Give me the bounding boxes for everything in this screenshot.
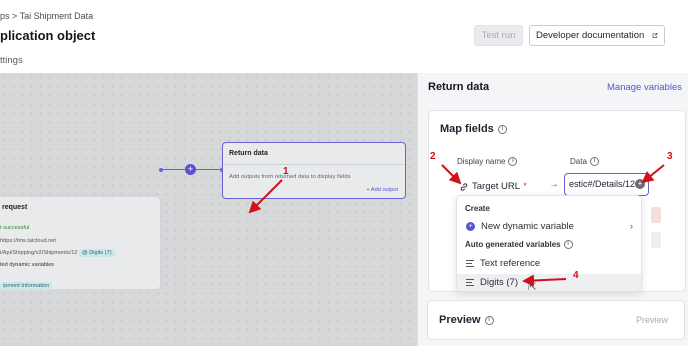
digits-label: Digits (7) [480,277,519,288]
panel-title: Return data [428,81,490,93]
display-name-header: Display name i [457,157,518,166]
generated-variables-label: ted dynamic variables [0,262,55,268]
annotation-2: 2 [430,151,436,162]
text-lines-icon [466,279,474,286]
create-header: Create [465,204,490,213]
manage-variables-link[interactable]: Manage variables [607,82,682,93]
divider [223,164,405,165]
request-url-host: https://tms.taicloud.net [0,238,56,244]
return-data-node[interactable]: Return data Add outputs from returned da… [222,142,406,199]
map-fields-title: Map fields i [440,123,507,135]
request-url-path-text: i/Api/Shipping/v2/Shipments/12 [0,250,78,256]
field-row [651,232,661,248]
data-input[interactable]: estic#/Details/12 + [564,173,649,196]
request-url-path: i/Api/Shipping/v2/Shipments/12 @ Digits … [0,249,115,257]
text-reference-item[interactable]: Text reference [457,255,641,272]
auto-generated-label: Auto generated variables [465,240,561,249]
target-url-field: Target URL * [459,181,527,192]
info-icon[interactable]: i [508,157,518,166]
chevron-right-icon: › [630,221,633,231]
variable-dropdown: Create + New dynamic variable › Auto gen… [456,195,642,292]
target-url-label: Target URL [472,181,521,192]
annotation-3: 3 [667,151,673,162]
info-icon[interactable]: i [589,157,599,166]
connector-dot-start [159,167,163,172]
return-node-title: Return data [229,150,268,157]
text-lines-icon [466,260,474,267]
new-dynamic-variable-label: New dynamic variable [481,221,574,232]
test-run-label: Test run [481,30,516,41]
shipment-info-chip[interactable]: ipment Information [0,282,53,290]
insert-variable-icon[interactable]: + [635,179,645,189]
add-output-link[interactable]: + Add output [366,187,398,193]
auto-generated-header: Auto generated variables i [465,240,573,249]
annotation-4: 4 [573,270,579,281]
request-node-title: request [2,204,28,211]
request-status: t successful [0,225,30,231]
external-link-icon [652,33,658,38]
developer-docs-button[interactable]: Developer documentation [529,25,665,46]
page-title: plication object [0,28,96,43]
info-icon[interactable]: i [563,240,573,249]
arrow-right-icon: → [549,179,559,190]
preview-title-label: Preview [439,314,481,326]
mouse-cursor-icon: ⇱ [528,282,537,293]
error-field [651,207,661,223]
test-run-button[interactable]: Test run [474,25,523,46]
annotation-1: 1 [283,166,289,177]
plus-icon: + [466,222,475,231]
new-dynamic-variable-item[interactable]: + New dynamic variable › [457,218,641,235]
breadcrumb[interactable]: ps > Tai Shipment Data [0,11,93,21]
info-icon[interactable]: i [497,124,507,134]
text-reference-label: Text reference [480,258,541,269]
required-mark: * [523,181,527,192]
request-node[interactable]: request t successful https://tms.taiclou… [0,197,160,290]
link-icon [460,182,468,191]
tab-settings[interactable]: ttings [0,55,23,66]
data-label: Data [570,157,587,166]
digits-chip[interactable]: @ Digits (7) [79,249,115,257]
preview-card: Preview i Preview [427,300,685,340]
map-fields-label: Map fields [440,123,494,135]
display-name-label: Display name [457,157,506,166]
return-node-description: Add outputs from returned data to displa… [229,174,351,180]
data-header: Data i [570,157,599,166]
add-node-button[interactable]: + [185,164,196,175]
flow-canvas[interactable]: request t successful https://tms.taiclou… [0,73,417,346]
preview-title: Preview i [439,314,494,326]
developer-docs-label: Developer documentation [536,30,645,41]
data-input-value: estic#/Details/12 [569,179,636,189]
info-icon[interactable]: i [484,315,494,325]
digits-item[interactable]: Digits (7) [457,274,641,291]
preview-button[interactable]: Preview [636,315,668,325]
